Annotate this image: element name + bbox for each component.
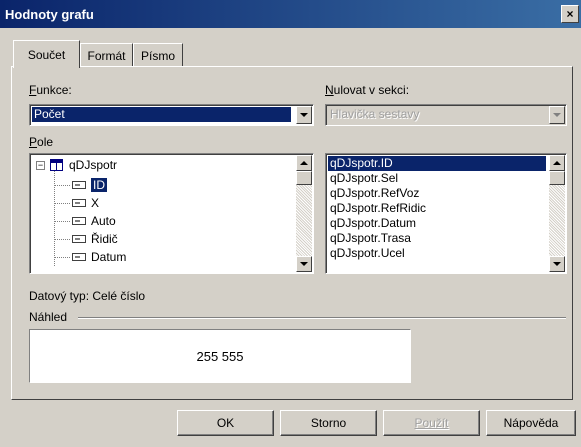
tree-item-auto[interactable]: Auto (72, 212, 116, 230)
napoveda-button[interactable]: Nápověda (486, 410, 576, 436)
field-icon (72, 253, 86, 261)
close-icon[interactable]: × (561, 5, 579, 23)
table-icon (50, 159, 63, 171)
list-item[interactable]: qDJspotr.ID (328, 156, 546, 171)
tree-scrollbar[interactable] (296, 155, 312, 272)
chevron-up-icon (300, 161, 308, 165)
preview-value: 255 555 (196, 348, 244, 364)
tab-pismo[interactable]: Písmo (133, 43, 183, 67)
list-item[interactable]: qDJspotr.Datum (328, 216, 416, 231)
tree-item-ridic[interactable]: Řidič (72, 230, 118, 248)
datovy-typ-label: Datový typ: Celé číslo (29, 289, 146, 303)
scroll-down-button[interactable] (296, 256, 312, 272)
tree-item-id[interactable]: ID (72, 176, 108, 194)
scroll-thumb[interactable] (296, 171, 312, 185)
tree-item-datum[interactable]: Datum (72, 248, 126, 266)
list-item[interactable]: qDJspotr.Trasa (328, 231, 411, 246)
field-icon (72, 199, 86, 207)
chevron-down-icon (300, 113, 308, 117)
scroll-thumb[interactable] (549, 171, 565, 185)
list-scrollbar[interactable] (549, 155, 565, 272)
ok-button[interactable]: OK (177, 410, 274, 436)
list-item[interactable]: qDJspotr.RefVoz (328, 186, 419, 201)
pole-label: Pole (29, 135, 54, 149)
scroll-down-button[interactable] (549, 256, 565, 272)
nulovat-value: Hlavička sestavy (330, 107, 420, 121)
pouzit-button[interactable]: Použít (383, 410, 480, 436)
title-bar: Hodnoty grafu × (0, 0, 581, 28)
tab-soucet[interactable]: Součet (13, 40, 80, 68)
tree-item-x[interactable]: X (72, 194, 99, 212)
scroll-up-button[interactable] (549, 155, 565, 171)
nulovat-label: Nulovat v sekci: (325, 83, 410, 97)
field-tree[interactable]: − qDJspotr ID X Auto Řidič Datum (29, 153, 314, 274)
funkce-dropdown-button[interactable] (296, 106, 312, 124)
field-icon (72, 181, 86, 189)
funkce-value: Počet (32, 107, 291, 122)
nahled-label: Náhled (29, 310, 68, 324)
chevron-down-icon (300, 262, 308, 266)
preview-box: 255 555 (29, 329, 411, 383)
list-item[interactable]: qDJspotr.RefRidic (328, 201, 426, 216)
nulovat-select[interactable]: Hlavička sestavy (325, 104, 567, 126)
list-item[interactable]: qDJspotr.Sel (328, 171, 398, 186)
datovy-typ-value: Celé číslo (92, 289, 146, 303)
tree-root[interactable]: − qDJspotr (36, 156, 117, 174)
chevron-down-icon (553, 113, 561, 117)
field-list[interactable]: qDJspotr.ID qDJspotr.Sel qDJspotr.RefVoz… (325, 153, 567, 274)
window-title: Hodnoty grafu (5, 6, 94, 22)
tab-panel: Funkce: Počet Nulovat v sekci: Hlavička … (11, 66, 573, 400)
chevron-up-icon (553, 161, 561, 165)
funkce-label: Funkce: (29, 83, 72, 97)
field-icon (72, 217, 86, 225)
tab-format[interactable]: Formát (80, 43, 133, 67)
collapse-icon[interactable]: − (36, 160, 45, 170)
field-icon (72, 235, 86, 243)
scroll-up-button[interactable] (296, 155, 312, 171)
storno-button[interactable]: Storno (280, 410, 377, 436)
nulovat-dropdown-button[interactable] (549, 106, 565, 124)
nahled-separator (78, 317, 566, 319)
list-item[interactable]: qDJspotr.Ucel (328, 246, 405, 261)
funkce-select[interactable]: Počet (29, 104, 314, 126)
chevron-down-icon (553, 262, 561, 266)
